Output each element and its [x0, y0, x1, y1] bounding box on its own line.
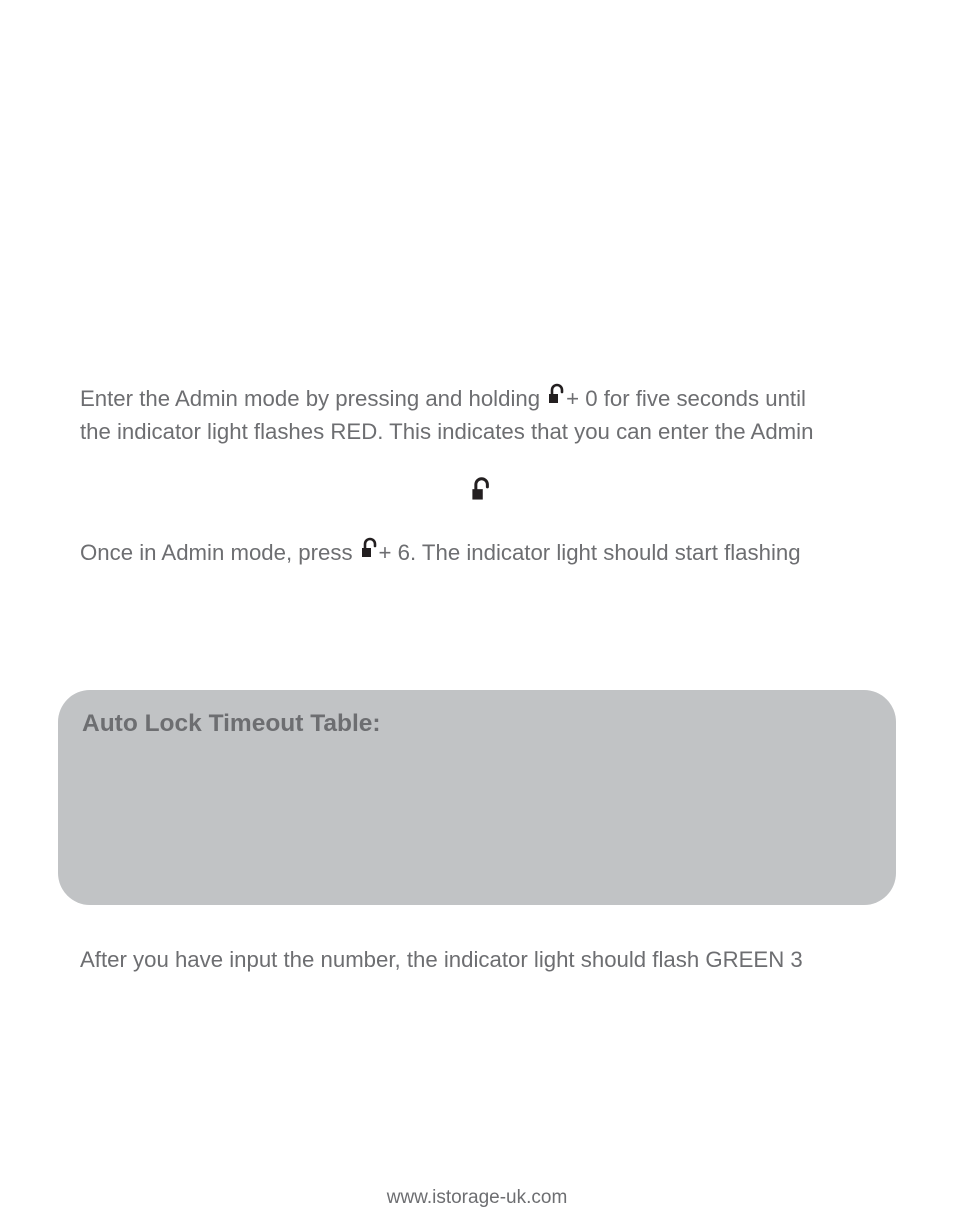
auto-lock-timeout-table: Auto Lock Timeout Table:	[58, 690, 896, 905]
lock-icon	[540, 380, 566, 414]
step-2-text-after: + 6. The indicator light should start fl…	[379, 537, 801, 568]
lock-icon	[353, 534, 379, 568]
table-title: Auto Lock Timeout Table:	[82, 710, 896, 738]
page: Enter the Admin mode by pressing and hol…	[0, 0, 954, 1227]
lock-icon	[462, 473, 492, 508]
after-note: After you have input the number, the ind…	[80, 947, 874, 973]
step-1-line-1: Enter the Admin mode by pressing and hol…	[80, 380, 874, 414]
instructions-block: Enter the Admin mode by pressing and hol…	[80, 380, 874, 568]
footer-url: www.istorage-uk.com	[0, 1187, 954, 1209]
step-1-text-before: Enter the Admin mode by pressing and hol…	[80, 383, 540, 414]
step-1-text-after: + 0 for five seconds until	[566, 383, 806, 414]
step-1-line-2: the indicator light flashes RED. This in…	[80, 416, 874, 447]
center-lock-row	[80, 473, 874, 508]
step-2-text-before: Once in Admin mode, press	[80, 537, 353, 568]
step-2: Once in Admin mode, press + 6. The indic…	[80, 534, 874, 568]
